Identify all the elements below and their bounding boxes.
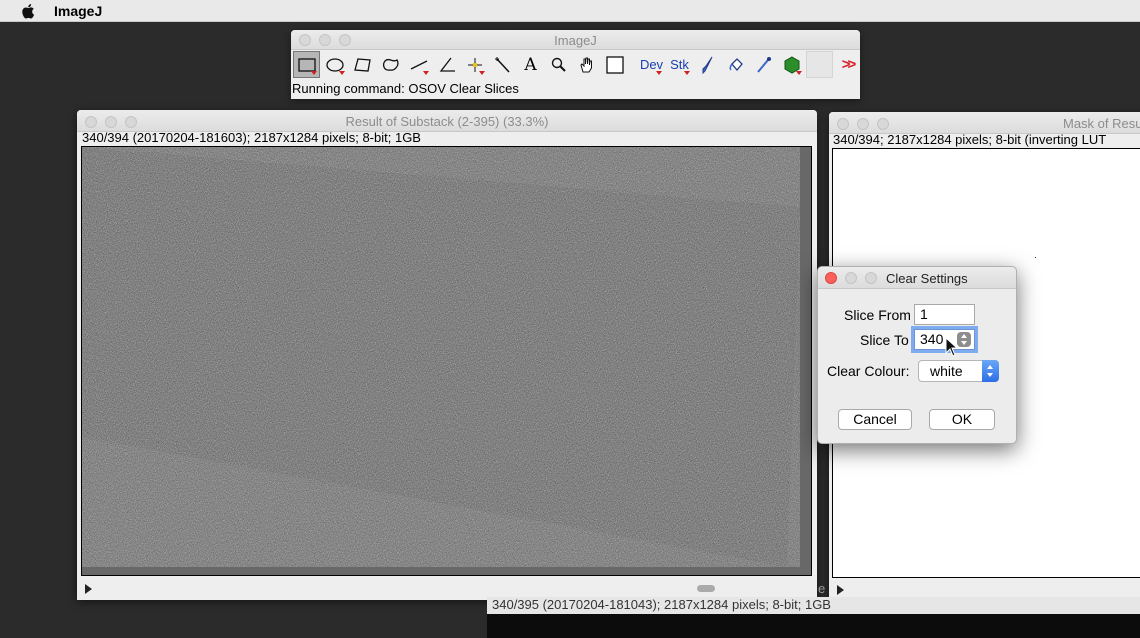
clear-colour-label: Clear Colour:: [827, 363, 910, 379]
image-info-line: 340/394; 2187x1284 pixels; 8-bit (invert…: [833, 132, 1107, 147]
slice-to-value: 340: [920, 331, 944, 347]
play-animation-icon[interactable]: [837, 585, 844, 595]
play-animation-icon[interactable]: [85, 584, 92, 594]
tool-bar: A Dev Stk >>: [291, 51, 860, 79]
scrollbar-thumb[interactable]: [697, 585, 715, 592]
image-info-line: 340/394 (20170204-181603); 2187x1284 pix…: [82, 130, 421, 145]
brush-tool-icon[interactable]: [694, 51, 721, 78]
select-arrows-icon: [982, 360, 999, 382]
close-dialog-button[interactable]: [825, 272, 837, 284]
status-line: Running command: OSOV Clear Slices: [292, 81, 519, 96]
background-image-window: 340/395 (20170204-181043); 2187x1284 pix…: [487, 597, 1140, 638]
clear-colour-select[interactable]: white: [918, 360, 999, 382]
noise-image: [82, 147, 811, 575]
pipette-tool-icon[interactable]: [750, 51, 777, 78]
image-canvas[interactable]: [81, 146, 812, 576]
mask-titlebar[interactable]: Mask of Resu: [829, 112, 1140, 134]
zoom-dialog-button: [865, 272, 877, 284]
slice-from-field[interactable]: 1: [914, 304, 975, 325]
angle-tool-icon[interactable]: [433, 51, 460, 78]
hand-tool-icon[interactable]: [573, 51, 600, 78]
minimize-window-button[interactable]: [857, 118, 869, 130]
minimize-dialog-button: [845, 272, 857, 284]
more-tools-icon[interactable]: >>: [834, 51, 860, 78]
color-picker-tool-icon[interactable]: [601, 51, 628, 78]
rectangle-tool-icon[interactable]: [293, 51, 320, 78]
slice-from-label: Slice From: [844, 307, 911, 323]
close-window-button[interactable]: [837, 118, 849, 130]
ok-button[interactable]: OK: [929, 409, 995, 430]
point-tool-icon[interactable]: [461, 51, 488, 78]
line-tool-icon[interactable]: [405, 51, 432, 78]
app-name-menu[interactable]: ImageJ: [54, 3, 102, 19]
window-title: Result of Substack (2-395) (33.3%): [345, 114, 549, 129]
zoom-window-button[interactable]: [877, 118, 889, 130]
substack-image-window: Result of Substack (2-395) (33.3%) 340/3…: [77, 110, 817, 600]
slice-to-label: Slice To: [860, 332, 909, 348]
window-title: ImageJ: [554, 33, 597, 48]
clear-colour-value: white: [930, 363, 963, 379]
mouse-cursor-icon: [945, 337, 959, 357]
imagej-titlebar[interactable]: ImageJ: [291, 30, 860, 50]
cancel-button[interactable]: Cancel: [838, 409, 912, 430]
dialog-title: Clear Settings: [886, 271, 968, 286]
imagej-toolbar-window: ImageJ A Dev Stk >> Running command: OSO…: [291, 30, 860, 99]
flood-fill-tool-icon[interactable]: [722, 51, 749, 78]
polygon-tool-icon[interactable]: [349, 51, 376, 78]
menu-bar: ImageJ: [0, 0, 1140, 22]
slice-to-stepper[interactable]: [957, 332, 971, 347]
window-title: Mask of Resu: [1063, 116, 1140, 131]
text-tool-icon[interactable]: A: [517, 51, 544, 78]
image-info-line: 340/395 (20170204-181043); 2187x1284 pix…: [487, 597, 1140, 614]
apple-logo-icon[interactable]: [20, 3, 38, 19]
stray-character: e: [818, 581, 826, 596]
stack-menu-icon[interactable]: Stk: [666, 51, 693, 78]
substack-titlebar[interactable]: Result of Substack (2-395) (33.3%): [77, 110, 817, 132]
wand-tool-icon[interactable]: [489, 51, 516, 78]
3d-viewer-icon[interactable]: [778, 51, 805, 78]
blank-tool-slot[interactable]: [806, 51, 833, 78]
magnifier-tool-icon[interactable]: [545, 51, 572, 78]
oval-tool-icon[interactable]: [321, 51, 348, 78]
clear-settings-dialog: Clear Settings Slice From 1 Slice To 340…: [817, 266, 1017, 444]
freehand-tool-icon[interactable]: [377, 51, 404, 78]
dialog-titlebar[interactable]: Clear Settings: [818, 267, 1016, 289]
developer-menu-icon[interactable]: Dev: [638, 51, 665, 78]
mask-pixel: [1035, 257, 1036, 258]
